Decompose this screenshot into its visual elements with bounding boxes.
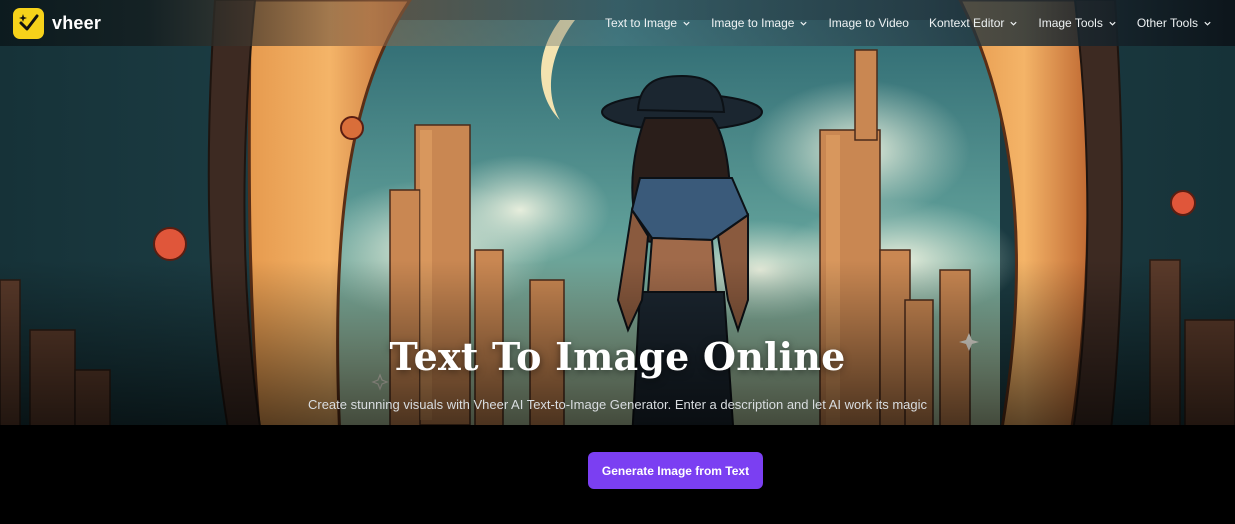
nav-item-label: Text to Image	[605, 16, 678, 30]
main-menu: Text to Image Image to Image Image to Vi…	[595, 0, 1222, 46]
nav-item-label: Other Tools	[1136, 16, 1198, 30]
generate-image-button[interactable]: Generate Image from Text	[588, 452, 763, 489]
hero-text: Text To Image Online Create stunning vis…	[0, 334, 1235, 414]
nav-item-text-to-image[interactable]: Text to Image	[595, 0, 701, 46]
page: vheer Text to Image Image to Image Image…	[0, 0, 1235, 524]
chevron-down-icon	[800, 21, 808, 26]
chevron-down-icon	[1109, 21, 1116, 26]
chevron-down-icon	[683, 21, 690, 26]
hero-illustration	[0, 0, 1235, 524]
nav-item-label: Image Tools	[1038, 16, 1103, 30]
nav-item-kontext-editor[interactable]: Kontext Editor	[919, 0, 1028, 46]
nav-item-image-to-image[interactable]: Image to Image	[701, 0, 818, 46]
chevron-down-icon	[1010, 21, 1017, 26]
page-title: Text To Image Online	[389, 334, 846, 379]
hero-subtitle: Create stunning visuals with Vheer AI Te…	[307, 397, 927, 412]
nav-item-image-to-video[interactable]: Image to Video	[818, 0, 919, 46]
nav-item-label: Kontext Editor	[928, 16, 1005, 30]
nav-item-label: Image to Video	[828, 16, 909, 30]
chevron-down-icon	[1204, 21, 1211, 26]
nav-item-image-tools[interactable]: Image Tools	[1028, 0, 1126, 46]
top-nav: vheer Text to Image Image to Image Image…	[0, 0, 1235, 46]
nav-item-other-tools[interactable]: Other Tools	[1127, 0, 1222, 46]
nav-item-label: Image to Image	[711, 16, 795, 30]
checkmark-star-icon	[13, 7, 44, 39]
brand[interactable]: vheer	[13, 7, 102, 39]
brand-name: vheer	[52, 12, 102, 33]
